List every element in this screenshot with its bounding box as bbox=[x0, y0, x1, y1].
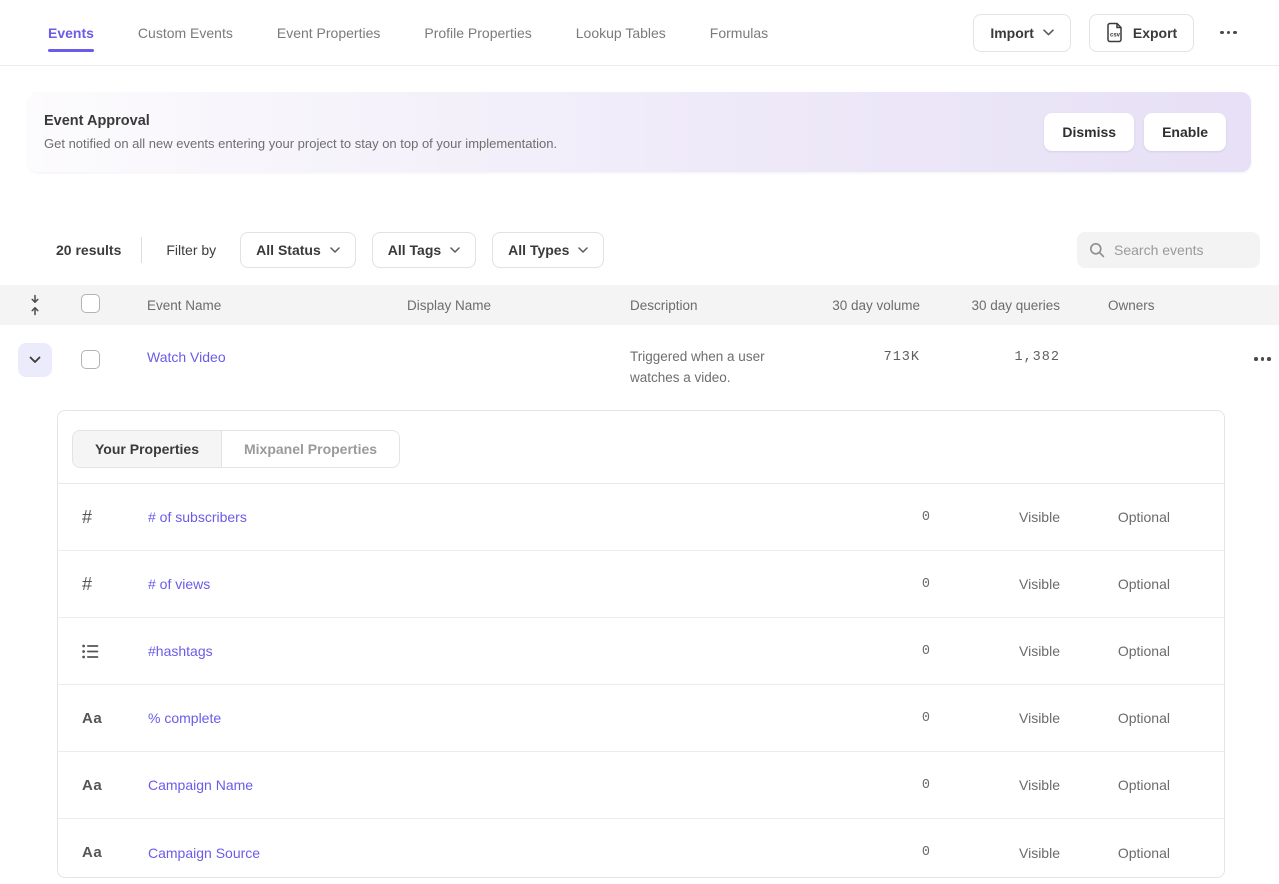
filter-by-label: Filter by bbox=[166, 242, 216, 258]
row-checkbox[interactable] bbox=[81, 350, 100, 369]
chevron-down-icon bbox=[450, 247, 460, 253]
event-description: Triggered when a user watches a video. bbox=[613, 341, 803, 388]
status-filter-label: All Status bbox=[256, 242, 321, 258]
table-row: Watch Video Triggered when a user watche… bbox=[0, 325, 1279, 410]
banner-text: Event Approval Get notified on all new e… bbox=[44, 113, 557, 151]
property-name-link[interactable]: #hashtags bbox=[148, 643, 840, 659]
property-visibility: Visible bbox=[930, 777, 1060, 793]
property-queries: 0 bbox=[840, 644, 930, 659]
property-queries: 0 bbox=[840, 711, 930, 726]
status-filter-dropdown[interactable]: All Status bbox=[240, 232, 356, 268]
csv-file-icon: csv bbox=[1106, 22, 1124, 43]
column-header-volume[interactable]: 30 day volume bbox=[803, 298, 920, 313]
event-queries: 1,382 bbox=[920, 341, 1060, 365]
column-header-display-name[interactable]: Display Name bbox=[390, 298, 613, 313]
list-type-icon bbox=[58, 644, 148, 659]
tab-mixpanel-properties[interactable]: Mixpanel Properties bbox=[222, 431, 399, 467]
property-row: Aa Campaign Name 0 Visible Optional bbox=[58, 752, 1224, 819]
export-button-label: Export bbox=[1133, 25, 1177, 41]
property-requirement: Optional bbox=[1060, 643, 1170, 659]
banner-title: Event Approval bbox=[44, 113, 557, 129]
number-type-icon: # bbox=[58, 574, 148, 595]
property-row: #hashtags 0 Visible Optional bbox=[58, 618, 1224, 685]
property-name-link[interactable]: # of views bbox=[148, 576, 840, 592]
column-header-queries[interactable]: 30 day queries bbox=[920, 298, 1060, 313]
banner-actions: Dismiss Enable bbox=[1044, 113, 1226, 151]
chevron-down-icon bbox=[578, 247, 588, 253]
select-all-checkbox[interactable] bbox=[81, 294, 100, 313]
text-type-icon: Aa bbox=[58, 777, 148, 794]
property-name-link[interactable]: # of subscribers bbox=[148, 509, 840, 525]
tab-events[interactable]: Events bbox=[48, 0, 94, 65]
import-button[interactable]: Import bbox=[973, 14, 1071, 52]
row-expand-button[interactable] bbox=[18, 343, 52, 377]
types-filter-dropdown[interactable]: All Types bbox=[492, 232, 604, 268]
property-name-link[interactable]: % complete bbox=[148, 710, 840, 726]
property-requirement: Optional bbox=[1060, 576, 1170, 592]
number-type-icon: # bbox=[58, 507, 148, 528]
search-box[interactable] bbox=[1077, 232, 1260, 268]
event-volume: 713K bbox=[803, 341, 920, 365]
svg-text:csv: csv bbox=[1110, 33, 1121, 39]
chevron-down-icon bbox=[330, 247, 340, 253]
event-properties-panel: Your Properties Mixpanel Properties # # … bbox=[57, 410, 1225, 878]
nav-tab-list: Events Custom Events Event Properties Pr… bbox=[48, 0, 768, 65]
property-visibility: Visible bbox=[930, 845, 1060, 861]
types-filter-label: All Types bbox=[508, 242, 569, 258]
chevron-down-icon bbox=[29, 356, 41, 364]
properties-segmented-control: Your Properties Mixpanel Properties bbox=[72, 430, 400, 468]
property-requirement: Optional bbox=[1060, 710, 1170, 726]
divider bbox=[141, 237, 142, 263]
tab-custom-events[interactable]: Custom Events bbox=[138, 0, 233, 65]
property-name-link[interactable]: Campaign Name bbox=[148, 777, 840, 793]
search-icon bbox=[1089, 242, 1105, 258]
tab-lookup-tables[interactable]: Lookup Tables bbox=[576, 0, 666, 65]
table-header: Event Name Display Name Description 30 d… bbox=[0, 285, 1279, 325]
property-row: Aa % complete 0 Visible Optional bbox=[58, 685, 1224, 752]
collapse-all-icon[interactable] bbox=[0, 294, 70, 316]
property-name-link[interactable]: Campaign Source bbox=[148, 845, 840, 861]
property-visibility: Visible bbox=[930, 710, 1060, 726]
import-button-label: Import bbox=[990, 25, 1034, 41]
enable-button[interactable]: Enable bbox=[1144, 113, 1226, 151]
tab-event-properties[interactable]: Event Properties bbox=[277, 0, 381, 65]
export-button[interactable]: csv Export bbox=[1089, 14, 1194, 52]
filter-bar: 20 results Filter by All Status All Tags… bbox=[0, 232, 1279, 268]
text-type-icon: Aa bbox=[58, 710, 148, 727]
properties-tab-bar: Your Properties Mixpanel Properties bbox=[58, 411, 1224, 484]
property-row: Aa Campaign Source 0 Visible Optional bbox=[58, 819, 1224, 878]
property-queries: 0 bbox=[840, 510, 930, 525]
property-row: # # of subscribers 0 Visible Optional bbox=[58, 484, 1224, 551]
search-input[interactable] bbox=[1114, 242, 1248, 258]
property-queries: 0 bbox=[840, 577, 930, 592]
property-visibility: Visible bbox=[930, 643, 1060, 659]
tags-filter-dropdown[interactable]: All Tags bbox=[372, 232, 476, 268]
text-type-icon: Aa bbox=[58, 844, 148, 861]
dismiss-button[interactable]: Dismiss bbox=[1044, 113, 1134, 151]
results-count: 20 results bbox=[56, 242, 121, 258]
column-header-owners[interactable]: Owners bbox=[1060, 298, 1210, 313]
property-requirement: Optional bbox=[1060, 777, 1170, 793]
tab-formulas[interactable]: Formulas bbox=[710, 0, 768, 65]
tags-filter-label: All Tags bbox=[388, 242, 441, 258]
tab-profile-properties[interactable]: Profile Properties bbox=[424, 0, 531, 65]
event-approval-banner: Event Approval Get notified on all new e… bbox=[28, 92, 1251, 172]
chevron-down-icon bbox=[1043, 29, 1054, 36]
property-visibility: Visible bbox=[930, 576, 1060, 592]
property-queries: 0 bbox=[840, 845, 930, 860]
more-options-icon[interactable] bbox=[1216, 25, 1241, 41]
tab-your-properties[interactable]: Your Properties bbox=[73, 431, 222, 467]
property-row: # # of views 0 Visible Optional bbox=[58, 551, 1224, 618]
nav-actions: Import csv Export bbox=[973, 14, 1241, 52]
column-header-description[interactable]: Description bbox=[613, 298, 803, 313]
event-name-link[interactable]: Watch Video bbox=[130, 341, 390, 365]
column-header-event-name[interactable]: Event Name bbox=[130, 298, 390, 313]
banner-description: Get notified on all new events entering … bbox=[44, 136, 557, 151]
property-requirement: Optional bbox=[1060, 509, 1170, 525]
row-more-options-icon[interactable] bbox=[1250, 351, 1275, 367]
property-queries: 0 bbox=[840, 778, 930, 793]
property-visibility: Visible bbox=[930, 509, 1060, 525]
top-navigation: Events Custom Events Event Properties Pr… bbox=[0, 0, 1279, 66]
property-requirement: Optional bbox=[1060, 845, 1170, 861]
